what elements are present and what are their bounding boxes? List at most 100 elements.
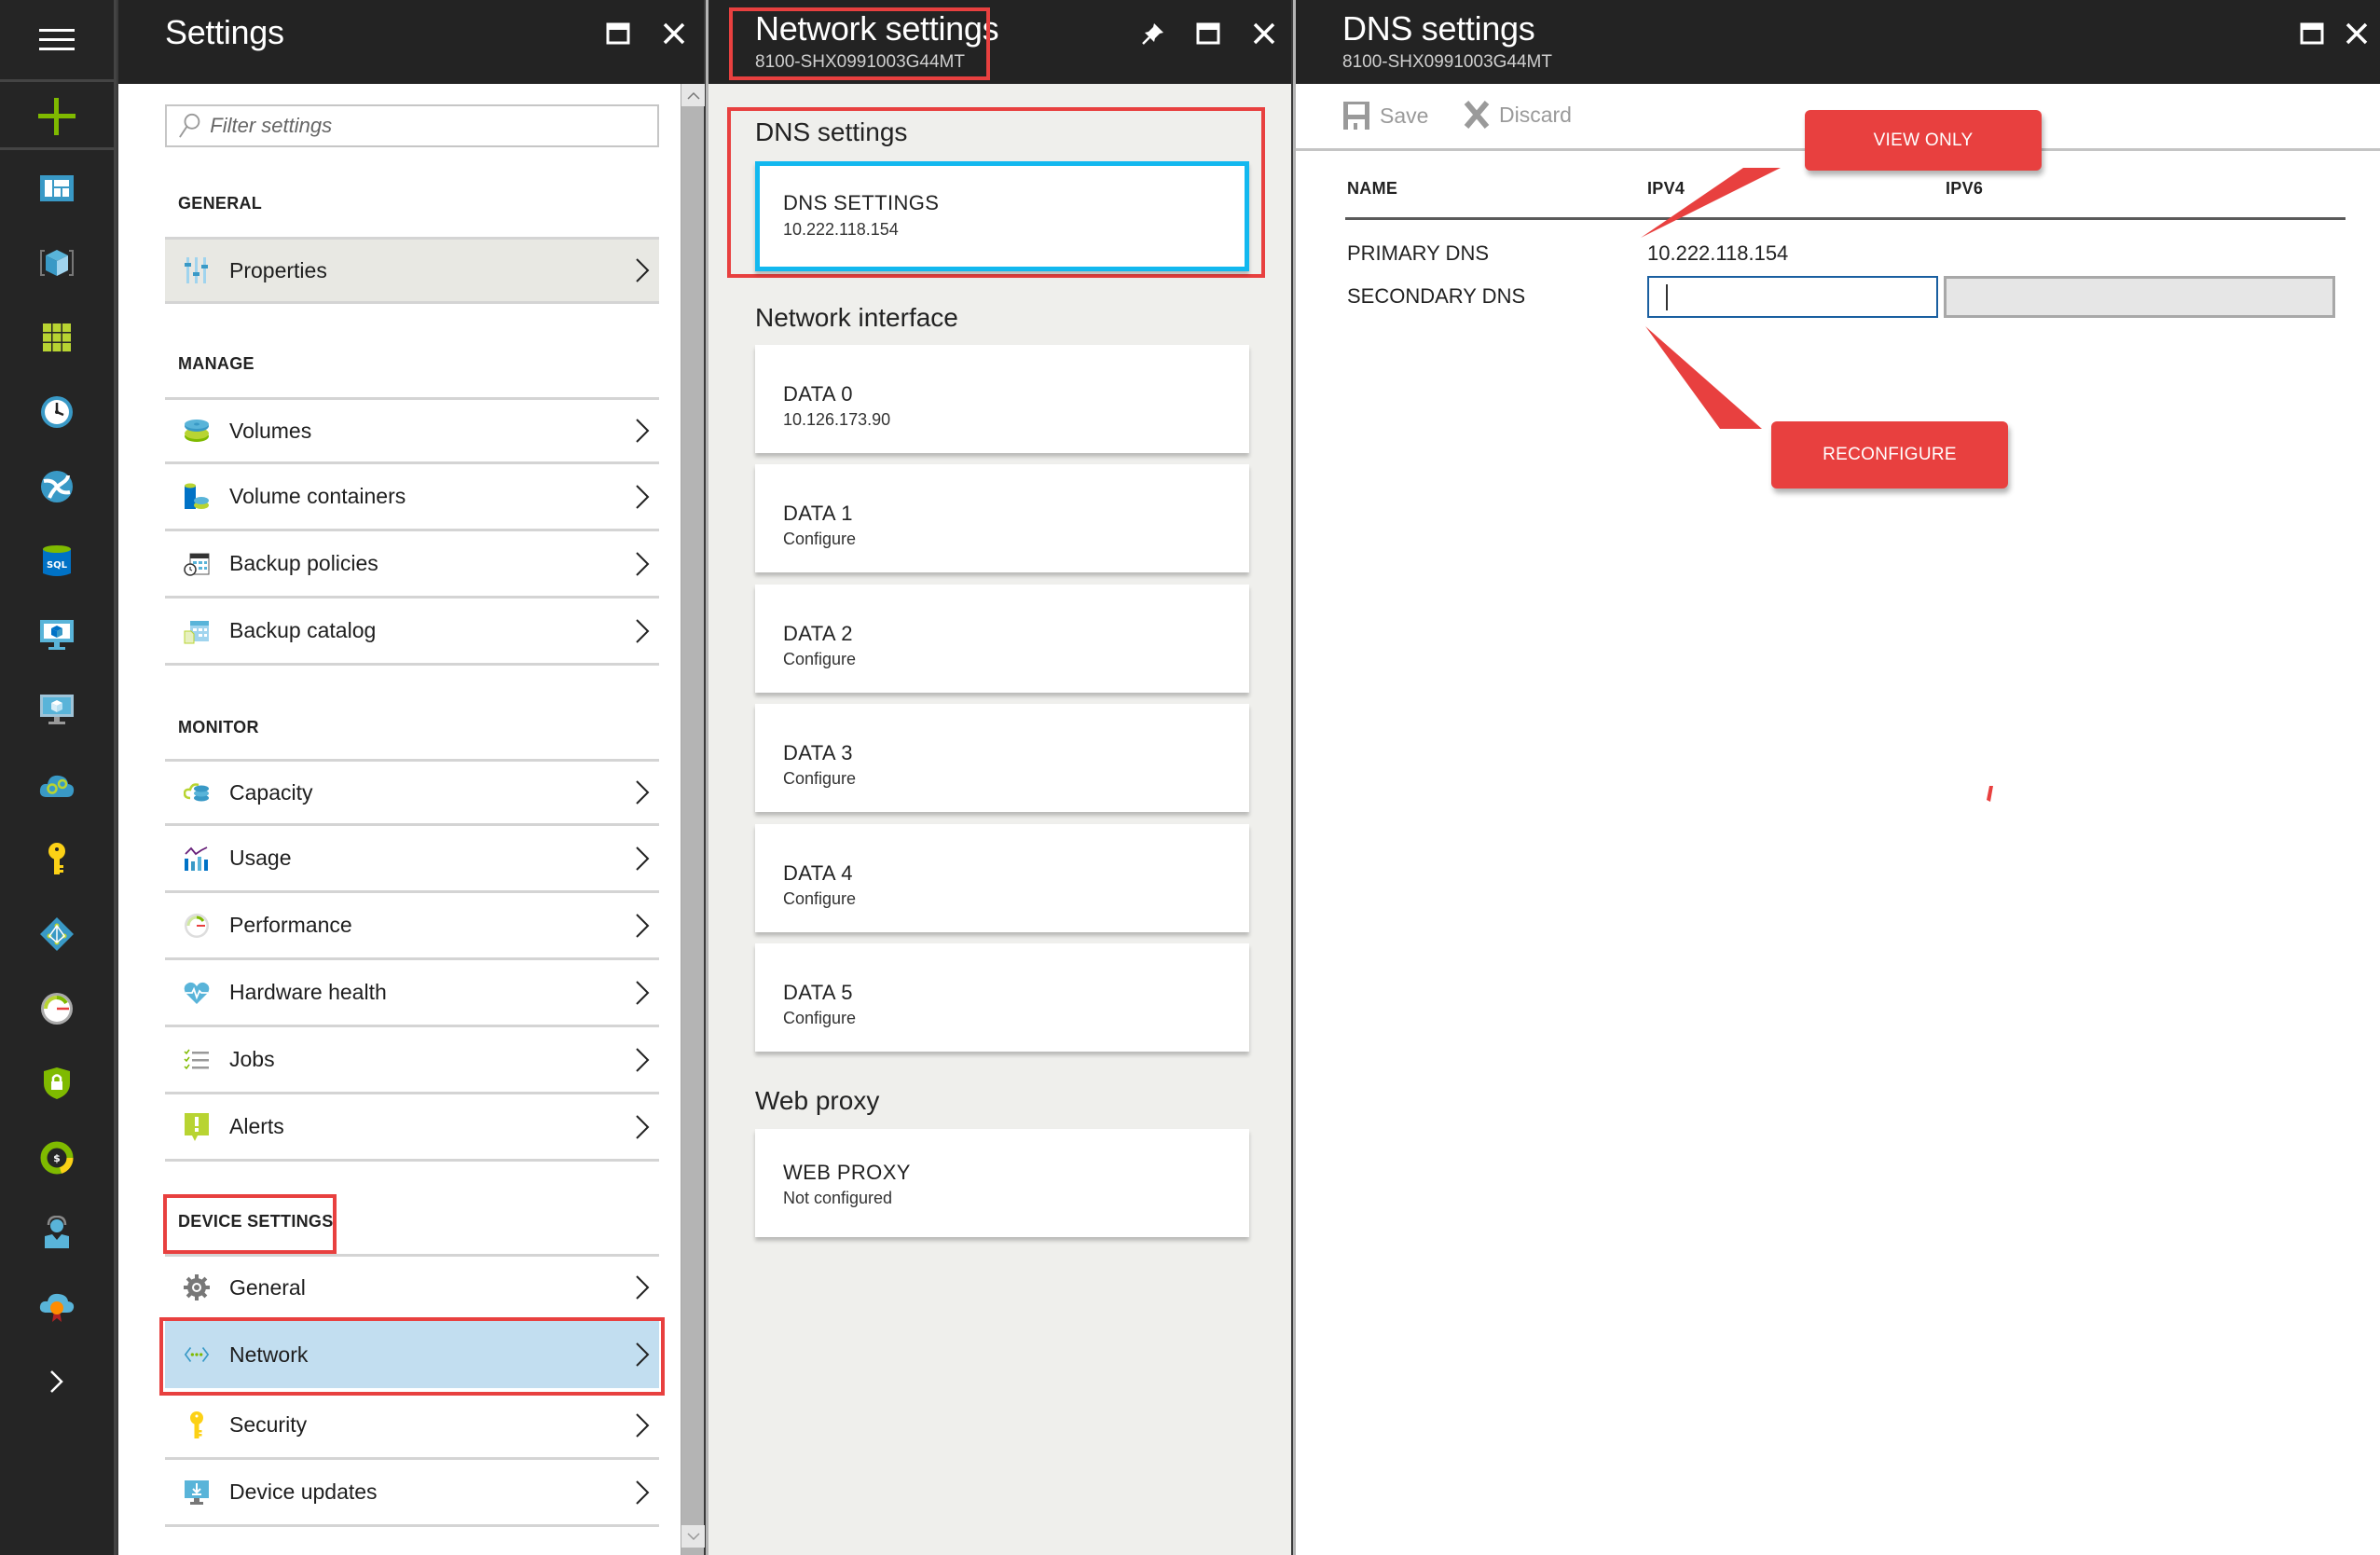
web-proxy-tile[interactable]: WEB PROXY Not configured	[755, 1129, 1249, 1237]
menu-item-backup-policies[interactable]: Backup policies	[165, 531, 659, 599]
nav-virtual-machines[interactable]	[0, 608, 114, 664]
menu-item-volumes[interactable]: Volumes	[165, 397, 659, 464]
interface-tile-data-1[interactable]: DATA 1 Configure	[755, 464, 1249, 572]
nav-resource-groups[interactable]	[0, 310, 114, 365]
key-icon	[48, 843, 65, 874]
close-icon	[663, 22, 685, 45]
nav-all-resources[interactable]	[0, 235, 114, 291]
discard-button[interactable]: Discard	[1464, 101, 1572, 129]
nav-active-directory[interactable]	[0, 906, 114, 962]
maximize-button[interactable]	[2293, 15, 2331, 52]
settings-blade-title: Settings	[165, 13, 284, 51]
nav-monitor[interactable]	[0, 981, 114, 1037]
secondary-dns-ipv4-input[interactable]	[1647, 276, 1938, 318]
menu-item-alerts[interactable]: Alerts	[165, 1094, 659, 1162]
close-button[interactable]	[655, 15, 693, 52]
checklist-icon	[184, 1047, 210, 1073]
nav-key-vault[interactable]	[0, 832, 114, 888]
close-button[interactable]	[2338, 15, 2375, 52]
menu-item-jobs[interactable]: Jobs	[165, 1027, 659, 1094]
sliders-icon	[184, 257, 210, 283]
nav-virtual-machines-classic[interactable]	[0, 682, 114, 738]
discard-icon	[1464, 101, 1490, 129]
menu-item-device-updates[interactable]: Device updates	[165, 1460, 659, 1527]
menu-item-network[interactable]: Network	[165, 1321, 659, 1388]
save-button[interactable]: Save	[1342, 101, 1428, 131]
maximize-icon	[1196, 22, 1220, 45]
menu-item-label: Device updates	[229, 1479, 378, 1504]
menu-item-usage[interactable]: Usage	[165, 826, 659, 893]
volume-containers-icon	[184, 483, 210, 510]
interface-tile-data-4[interactable]: DATA 4 Configure	[755, 824, 1249, 932]
nav-recent[interactable]	[0, 384, 114, 440]
pin-button[interactable]	[1135, 15, 1172, 52]
interface-tile-data-3[interactable]: DATA 3 Configure	[755, 704, 1249, 812]
nav-dashboard[interactable]	[0, 160, 114, 216]
scroll-up-button[interactable]	[681, 84, 705, 106]
dns-blade-header: DNS settings 8100-SHX0991003G44MT	[1296, 0, 2380, 84]
network-blade-title: Network settings	[755, 9, 999, 48]
maximize-button[interactable]	[1190, 15, 1227, 52]
menu-item-security[interactable]: Security	[165, 1393, 659, 1460]
network-blade-subtitle: 8100-SHX0991003G44MT	[755, 52, 965, 72]
menu-item-backup-catalog[interactable]: Backup catalog	[165, 599, 659, 666]
interface-tile-data-2[interactable]: DATA 2 Configure	[755, 585, 1249, 693]
cloud-gears-icon	[39, 775, 75, 797]
interface-tile-data-0[interactable]: DATA 0 10.126.173.90	[755, 345, 1249, 453]
chevron-right-icon	[636, 780, 650, 805]
interface-tile-data-5[interactable]: DATA 5 Configure	[755, 943, 1249, 1052]
dns-settings-tile[interactable]: DNS SETTINGS 10.222.118.154	[755, 161, 1249, 271]
menu-item-volume-containers[interactable]: Volume containers	[165, 464, 659, 531]
maximize-button[interactable]	[599, 15, 637, 52]
column-header-ipv4: IPV4	[1647, 179, 1685, 198]
stray-annotation-mark	[1987, 786, 1993, 802]
menu-item-general[interactable]: General	[165, 1254, 659, 1321]
filter-settings-field[interactable]	[165, 104, 659, 147]
menu-item-capacity[interactable]: Capacity	[165, 759, 659, 826]
pin-icon	[1142, 23, 1163, 45]
column-header-name: NAME	[1347, 179, 1398, 198]
nav-billing[interactable]: $	[0, 1130, 114, 1186]
primary-dns-ipv4-value: 10.222.118.154	[1647, 241, 1789, 265]
text-cursor	[1666, 284, 1668, 310]
primary-dns-label: PRIMARY DNS	[1347, 241, 1490, 265]
close-icon	[2346, 22, 2368, 45]
chevron-right-icon	[636, 846, 650, 871]
save-icon	[1343, 102, 1369, 130]
new-resource-button[interactable]	[0, 85, 114, 150]
nav-cloud-services[interactable]	[0, 757, 114, 813]
menu-item-performance[interactable]: Performance	[165, 893, 659, 960]
settings-blade-header: Settings	[118, 0, 704, 84]
chevron-right-icon	[636, 1412, 650, 1438]
menu-item-hardware-health[interactable]: Hardware health	[165, 960, 659, 1027]
settings-blade-body: GENERAL Properties MANAGE Volumes Volume…	[118, 84, 681, 1555]
network-settings-blade: Network settings 8100-SHX0991003G44MT DN…	[706, 0, 1291, 1555]
cost-donut-icon: $	[40, 1141, 74, 1175]
nav-advisor[interactable]	[0, 1279, 114, 1335]
nav-security-center[interactable]	[0, 1055, 114, 1111]
chevron-right-icon	[636, 1342, 650, 1367]
settings-blade: Settings GENERAL Properties MANAGE	[118, 0, 705, 1555]
tile-value: Configure	[783, 1009, 857, 1027]
dns-blade-title: DNS settings	[1342, 9, 1535, 48]
network-icon	[184, 1342, 210, 1368]
chevron-right-icon	[636, 618, 650, 643]
nav-app-services[interactable]	[0, 459, 114, 515]
expand-nav-button[interactable]	[0, 1354, 114, 1410]
scroll-down-button[interactable]	[681, 1525, 705, 1548]
heart-pulse-icon	[184, 980, 210, 1006]
monitor-cube-icon	[40, 695, 74, 724]
menu-item-label: Jobs	[229, 1047, 275, 1071]
callout-pointers	[1641, 168, 1993, 802]
capacity-icon	[184, 779, 210, 805]
nav-help-support[interactable]	[0, 1204, 114, 1260]
tile-value: 10.222.118.154	[783, 220, 899, 239]
nav-sql-databases[interactable]: SQL	[0, 533, 114, 589]
menu-item-properties[interactable]: Properties	[165, 237, 659, 304]
hamburger-menu-button[interactable]	[0, 0, 114, 82]
settings-scrollbar[interactable]	[681, 84, 705, 1555]
backup-catalog-icon	[184, 618, 210, 644]
chevron-right-icon	[636, 1275, 650, 1300]
close-button[interactable]	[1245, 15, 1283, 52]
filter-settings-input[interactable]	[210, 114, 657, 138]
